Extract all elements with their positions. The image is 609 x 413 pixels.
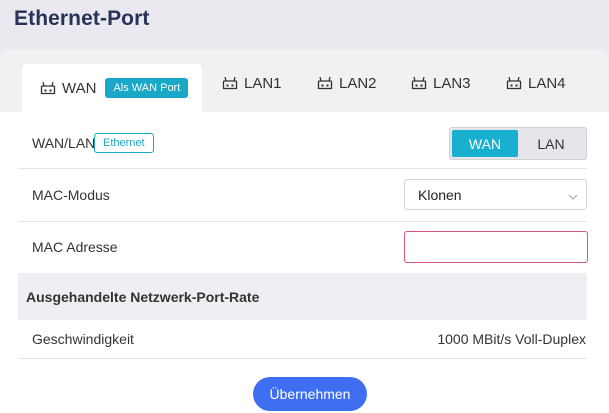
mac-address-row: MAC Adresse — [18, 222, 588, 272]
speed-label: Geschwindigkeit — [32, 331, 134, 347]
tab-lan2[interactable]: LAN2 — [317, 64, 377, 102]
router-icon — [506, 76, 523, 91]
router-icon — [40, 81, 57, 96]
wanlan-label: WAN/LAN — [32, 134, 96, 151]
mac-address-input[interactable] — [404, 231, 588, 263]
wan-port-badge: Als WAN Port — [105, 78, 189, 98]
tab-lan3[interactable]: LAN3 — [411, 64, 471, 102]
port-tab-bar: WAN Als WAN Port LAN1 LAN2 LAN3 LAN4 — [0, 49, 609, 112]
rate-section-header: Ausgehandelte Netzwerk-Port-Rate — [18, 273, 587, 320]
mac-mode-value: Klonen — [418, 186, 462, 203]
router-icon — [411, 76, 428, 91]
tab-lan4[interactable]: LAN4 — [506, 64, 566, 102]
tab-label: LAN2 — [339, 74, 377, 92]
ethernet-port-panel: WAN Als WAN Port LAN1 LAN2 LAN3 LAN4 WAN… — [0, 49, 609, 413]
router-icon — [222, 76, 239, 91]
wanlan-toggle: WAN LAN — [449, 127, 587, 160]
chevron-down-icon — [568, 189, 578, 200]
tab-lan1[interactable]: LAN1 — [222, 64, 282, 102]
mac-mode-label: MAC-Modus — [32, 187, 110, 203]
ethernet-badge: Ethernet — [94, 132, 154, 153]
tab-label: LAN3 — [433, 74, 471, 92]
tab-label: LAN1 — [244, 74, 282, 92]
wanlan-row: WAN/LAN Ethernet WAN LAN — [18, 117, 587, 169]
speed-value: 1000 MBit/s Voll-Duplex — [437, 331, 586, 347]
speed-row: Geschwindigkeit 1000 MBit/s Voll-Duplex — [18, 320, 587, 359]
rate-section-title: Ausgehandelte Netzwerk-Port-Rate — [26, 288, 260, 305]
mac-mode-select[interactable]: Klonen — [404, 179, 587, 210]
mac-address-label: MAC Adresse — [32, 239, 118, 255]
tab-wan[interactable]: WAN Als WAN Port — [22, 64, 202, 112]
tab-label: LAN4 — [528, 74, 566, 92]
tab-label: WAN — [62, 79, 97, 97]
wan-option-button[interactable]: WAN — [452, 130, 518, 157]
mac-mode-row: MAC-Modus Klonen — [18, 169, 587, 222]
router-icon — [317, 76, 334, 91]
lan-option-button[interactable]: LAN — [518, 130, 584, 157]
apply-button[interactable]: Übernehmen — [253, 377, 367, 411]
page-title: Ethernet-Port — [14, 7, 150, 30]
